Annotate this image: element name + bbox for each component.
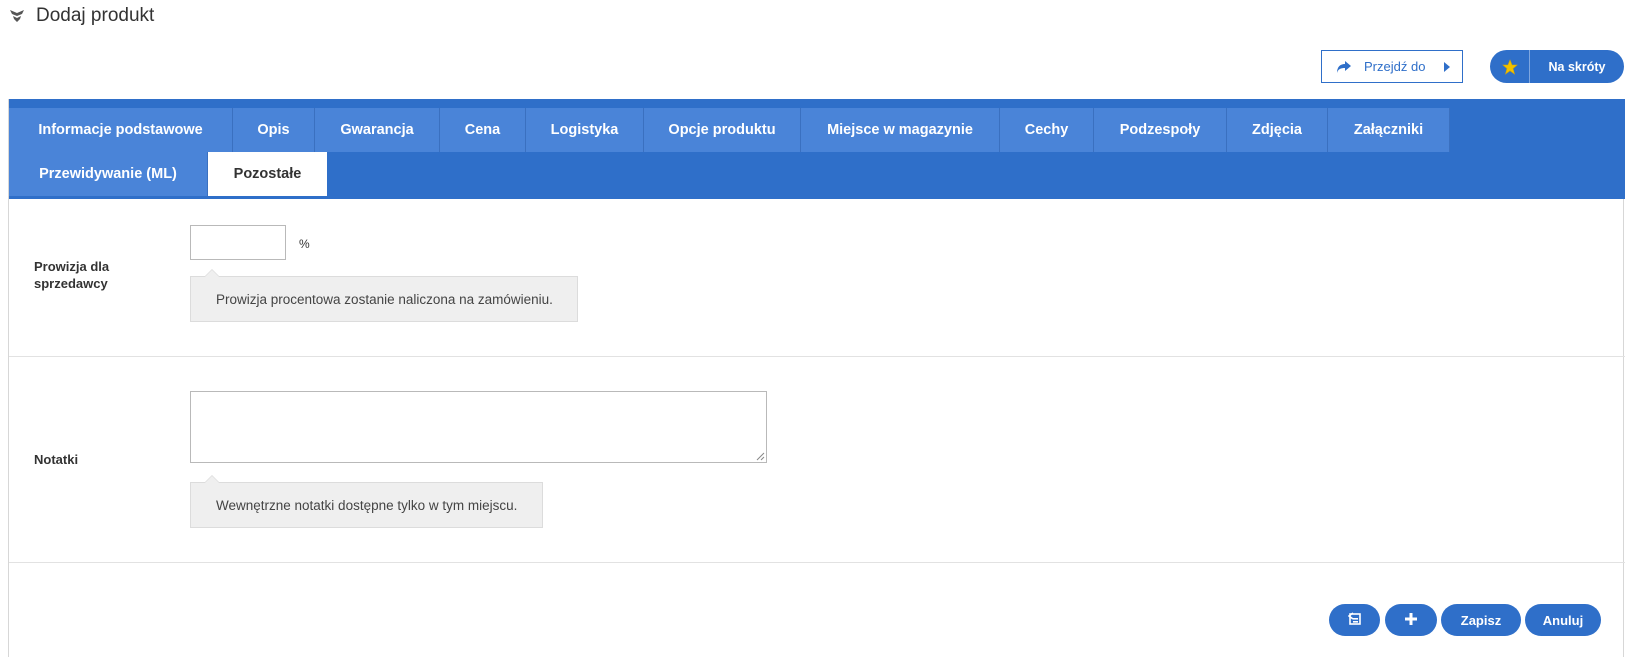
notes-hint: Wewnętrzne notatki dostępne tylko w tym … — [190, 475, 543, 528]
product-hand-icon — [8, 8, 26, 24]
tab-informacje-podstawowe[interactable]: Informacje podstawowe — [9, 108, 233, 152]
tab-bar: Informacje podstawowe Opis Gwarancja Cen… — [9, 99, 1625, 199]
return-list-icon — [1347, 611, 1362, 629]
goto-button[interactable]: Przejdź do — [1321, 50, 1463, 83]
tab-przewidywanie-ml[interactable]: Przewidywanie (ML) — [9, 152, 208, 196]
commission-input[interactable] — [190, 225, 286, 260]
page-header: Dodaj produkt — [8, 4, 154, 28]
tab-podzespoly[interactable]: Podzespoły — [1094, 108, 1227, 152]
back-to-list-button[interactable] — [1329, 604, 1380, 636]
percent-unit: % — [299, 237, 310, 251]
tab-logistyka[interactable]: Logistyka — [526, 108, 644, 152]
form-panel: Informacje podstawowe Opis Gwarancja Cen… — [8, 99, 1625, 657]
tab-opcje-produktu[interactable]: Opcje produktu — [644, 108, 801, 152]
shortcuts-label: Na skróty — [1548, 59, 1606, 74]
tab-cechy[interactable]: Cechy — [1000, 108, 1094, 152]
commission-row: Prowizja dla sprzedawcy % Prowizja proce… — [9, 199, 1625, 357]
tab-zalaczniki[interactable]: Załączniki — [1328, 108, 1450, 152]
save-button[interactable]: Zapisz — [1441, 604, 1521, 636]
tab-zdjecia[interactable]: Zdjęcia — [1227, 108, 1328, 152]
tab-pozostale[interactable]: Pozostałe — [208, 152, 327, 196]
plus-icon — [1404, 612, 1418, 629]
caret-right-icon — [1443, 61, 1451, 72]
goto-label: Przejdź do — [1364, 59, 1426, 74]
tab-cena[interactable]: Cena — [440, 108, 526, 152]
tab-gwarancja[interactable]: Gwarancja — [315, 108, 440, 152]
shortcuts-button[interactable]: Na skróty — [1490, 50, 1624, 83]
notes-label: Notatki — [34, 452, 79, 467]
cancel-button[interactable]: Anuluj — [1525, 604, 1601, 636]
share-arrow-icon — [1336, 60, 1352, 74]
page-title: Dodaj produkt — [36, 5, 155, 26]
commission-label: Prowizja dla sprzedawcy — [34, 259, 110, 291]
star-icon — [1490, 50, 1530, 83]
tab-miejsce-w-magazynie[interactable]: Miejsce w magazynie — [801, 108, 1000, 152]
commission-hint: Prowizja procentowa zostanie naliczona n… — [190, 269, 578, 322]
notes-textarea[interactable] — [190, 391, 767, 463]
tab-opis[interactable]: Opis — [233, 108, 315, 152]
add-new-button[interactable] — [1385, 604, 1437, 636]
resize-handle-icon[interactable] — [756, 452, 765, 461]
notes-row: Notatki Wewnętrzne notatki dostępne tylk… — [9, 357, 1625, 563]
